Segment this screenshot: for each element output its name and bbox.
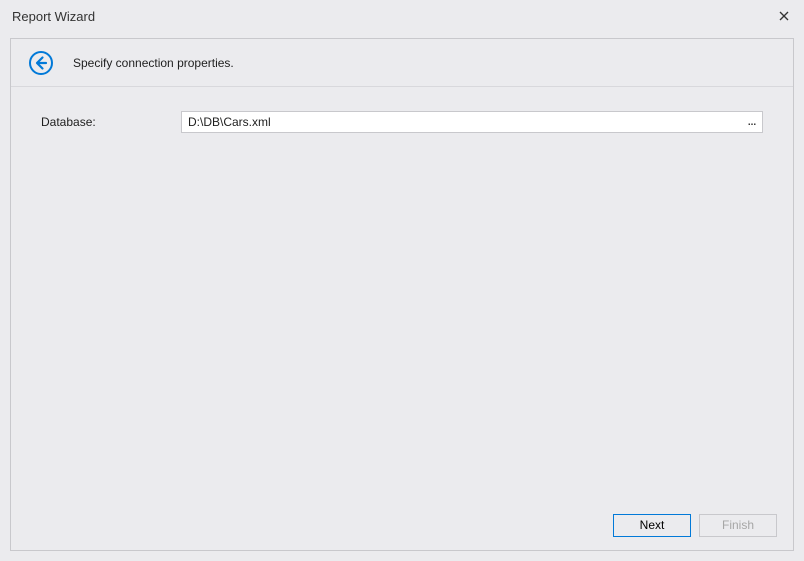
database-field-row: Database: ... <box>41 111 763 133</box>
content-frame: Specify connection properties. Database:… <box>10 38 794 551</box>
database-input-wrap: ... <box>181 111 763 133</box>
browse-button[interactable]: ... <box>742 112 762 132</box>
database-input[interactable] <box>181 111 763 133</box>
close-button[interactable] <box>774 6 794 26</box>
back-arrow-icon <box>28 50 54 76</box>
wizard-header: Specify connection properties. <box>11 39 793 87</box>
wizard-window: Report Wizard Specify connection propert… <box>0 0 804 561</box>
database-label: Database: <box>41 115 181 129</box>
next-button-label: Next <box>640 518 665 532</box>
next-button[interactable]: Next <box>613 514 691 537</box>
wizard-subtitle: Specify connection properties. <box>73 56 234 70</box>
close-icon <box>779 11 789 21</box>
wizard-footer: Next Finish <box>11 508 793 550</box>
window-title: Report Wizard <box>12 9 95 24</box>
finish-button: Finish <box>699 514 777 537</box>
ellipsis-icon: ... <box>748 117 756 128</box>
back-button[interactable] <box>27 49 55 77</box>
finish-button-label: Finish <box>722 518 754 532</box>
wizard-body: Database: ... <box>11 87 793 508</box>
titlebar: Report Wizard <box>0 0 804 32</box>
